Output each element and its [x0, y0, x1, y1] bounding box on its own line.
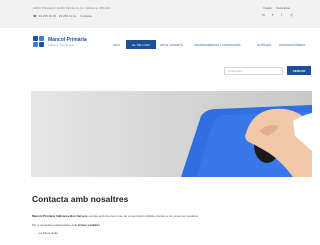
address-text: Edifici Polivalent i Edifici Montseny, A… [33, 6, 110, 10]
site-header: Mancol Primària Vallcarca · Bon Serveis … [0, 28, 320, 62]
contact-line: ☎ 93 256 46 00 · 93 256 41 11 Contacte [33, 14, 92, 18]
nav-item-el-teu-cap[interactable]: EL TEU CAP [126, 40, 156, 49]
contact-link[interactable]: Contacte [80, 14, 92, 18]
page: Edifici Polivalent i Edifici Montseny, A… [0, 0, 320, 245]
logo-icon[interactable] [33, 36, 45, 48]
la-meva-salut-link[interactable]: › La Meva Salut [37, 231, 58, 235]
twitter-icon[interactable]: ✦ [271, 13, 274, 17]
search-button[interactable]: CERCAR [287, 66, 311, 75]
nav-item-convocatories[interactable]: CONVOCATÒRIES [279, 43, 305, 47]
intro-text: Mancol Primària Vallcarca-Bon Serveis co… [32, 214, 199, 218]
logo-name[interactable]: Mancol Primària [48, 37, 87, 43]
nav-item-apto[interactable]: APTO I POKETS [160, 43, 183, 47]
intro-rest: compta amb diversos vies de comunicació … [87, 214, 199, 218]
language-link-castellano[interactable]: Castellano [276, 6, 290, 10]
search-input[interactable] [224, 67, 283, 75]
phone-icon: ☎ [33, 14, 37, 18]
linkedin-icon[interactable]: in [262, 13, 265, 17]
intro-strong: Mancol Primària Vallcarca-Bon Serveis [32, 214, 88, 218]
instagram-icon[interactable]: ◎ [290, 13, 293, 17]
nav-item-inici[interactable]: INICI [113, 43, 120, 47]
health-text-strong: temes sanitaris [78, 223, 100, 227]
page-title: Contacta amb nosaltres [32, 194, 129, 204]
top-bar: Edifici Polivalent i Edifici Montseny, A… [0, 0, 320, 28]
facebook-icon[interactable]: f [281, 13, 282, 17]
hand-mouse-illustration [181, 105, 312, 177]
phone-text: 93 256 46 00 · 93 256 41 11 [38, 14, 77, 18]
health-text: Per a consultes relacionades amb temes s… [32, 223, 100, 227]
nav-item-noticies[interactable]: NOTÍCIES [257, 43, 271, 47]
health-text-lead: Per a consultes relacionades amb [32, 223, 79, 227]
nav-item-transparencia[interactable]: TRANSPARÈNCIA I COMPTANDS [194, 43, 241, 47]
logo-tagline: Vallcarca · Bon Serveis [48, 44, 74, 47]
hero-image [31, 91, 312, 177]
la-meva-salut-label[interactable]: La Meva Salut [39, 231, 58, 235]
language-link-catala[interactable]: Català [263, 6, 272, 10]
